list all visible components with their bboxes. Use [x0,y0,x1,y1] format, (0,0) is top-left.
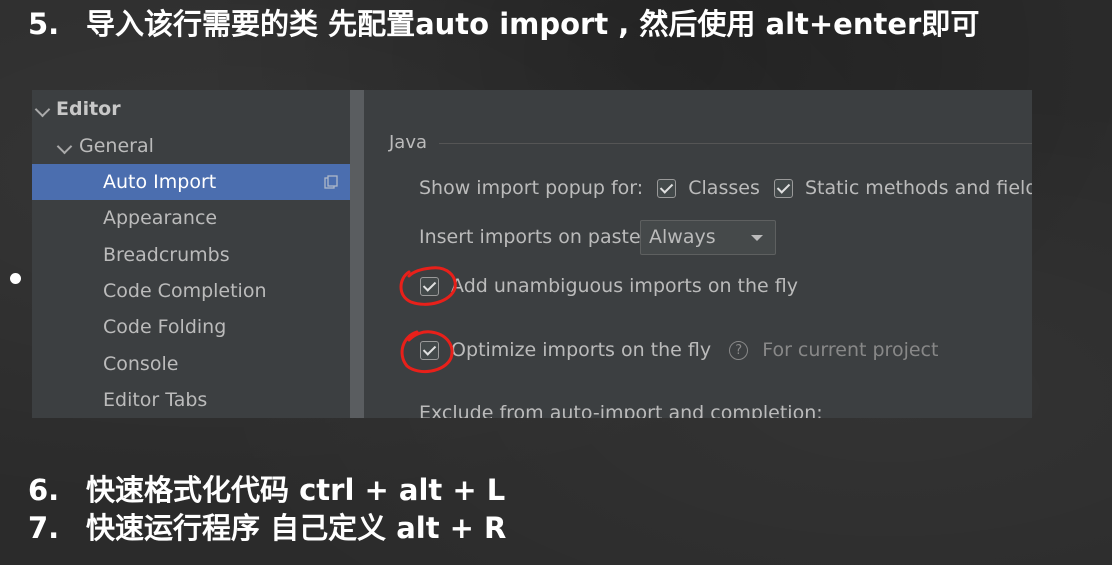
insert-imports-label: Insert imports on paste: [419,226,648,248]
heading-step-5: 5. 导入该行需要的类 先配置auto import , 然后使用 alt+ent… [28,6,979,42]
step-text: 快速格式化代码 ctrl + alt + L [86,473,506,507]
tree-item-label: Editor Tabs [103,389,208,411]
settings-tree: Editor General Auto Import Appearance Br… [32,90,364,418]
tree-item-breadcrumbs[interactable]: Breadcrumbs [32,237,364,273]
optimize-imports-row: Optimize imports on the fly ? For curren… [420,339,938,361]
java-section-title: Java [389,132,428,153]
tree-item-label: Code Completion [103,280,267,302]
help-icon[interactable]: ? [729,341,749,360]
tree-item-general[interactable]: General [32,128,364,164]
copy-icon [324,175,338,189]
import-popup-label: Show import popup for: [419,177,644,199]
insert-imports-select[interactable]: Always [640,220,776,255]
panel-splitter[interactable] [350,90,364,418]
insert-imports-value: Always [649,226,716,248]
step-number: 5. [28,7,60,41]
exclude-label: Exclude from auto-import and completion: [419,402,823,418]
chevron-down-icon [34,101,51,118]
tree-item-label: General [79,135,154,157]
tree-item-editor[interactable]: Editor [32,91,364,127]
tree-item-editor-tabs[interactable]: Editor Tabs [32,382,364,418]
optimize-imports-label: Optimize imports on the fly [451,339,712,361]
heading-step-7: 7. 快速运行程序 自己定义 alt + R [28,510,506,546]
bullet-dot [10,273,21,284]
annotation-circle-2 [400,330,454,374]
settings-dialog: Editor General Auto Import Appearance Br… [32,90,1032,418]
step-number: 6. [28,473,60,507]
step-text: 导入该行需要的类 先配置auto import , 然后使用 alt+enter… [86,7,980,41]
tree-item-label: Code Folding [103,316,227,338]
tree-item-console[interactable]: Console [32,346,364,382]
section-divider [439,143,1032,144]
annotation-circle-1 [399,266,457,306]
tree-item-label: Auto Import [103,171,217,193]
static-methods-checkbox[interactable] [773,179,793,198]
step-number: 7. [28,511,60,545]
classes-label: Classes [688,177,760,199]
unambiguous-imports-row: Add unambiguous imports on the fly [420,275,798,297]
tree-item-label: Appearance [103,207,218,229]
step-text: 快速运行程序 自己定义 alt + R [86,511,507,545]
heading-step-6: 6. 快速格式化代码 ctrl + alt + L [28,472,505,508]
tree-item-code-completion[interactable]: Code Completion [32,273,364,309]
static-methods-label: Static methods and fields [804,177,1032,199]
tree-item-code-folding[interactable]: Code Folding [32,309,364,345]
scope-hint: For current project [762,339,939,361]
import-popup-row: Show import popup for: Classes Static me… [419,177,1032,199]
tree-item-appearance[interactable]: Appearance [32,200,364,236]
tree-item-auto-import[interactable]: Auto Import [32,164,364,200]
tree-item-label: Editor [56,98,121,120]
tree-item-label: Console [103,353,179,375]
chevron-down-icon [56,138,73,155]
classes-checkbox[interactable] [657,179,677,198]
tree-item-label: Breadcrumbs [103,244,230,266]
dropdown-arrow-icon [751,235,763,241]
unambiguous-imports-label: Add unambiguous imports on the fly [451,275,798,297]
